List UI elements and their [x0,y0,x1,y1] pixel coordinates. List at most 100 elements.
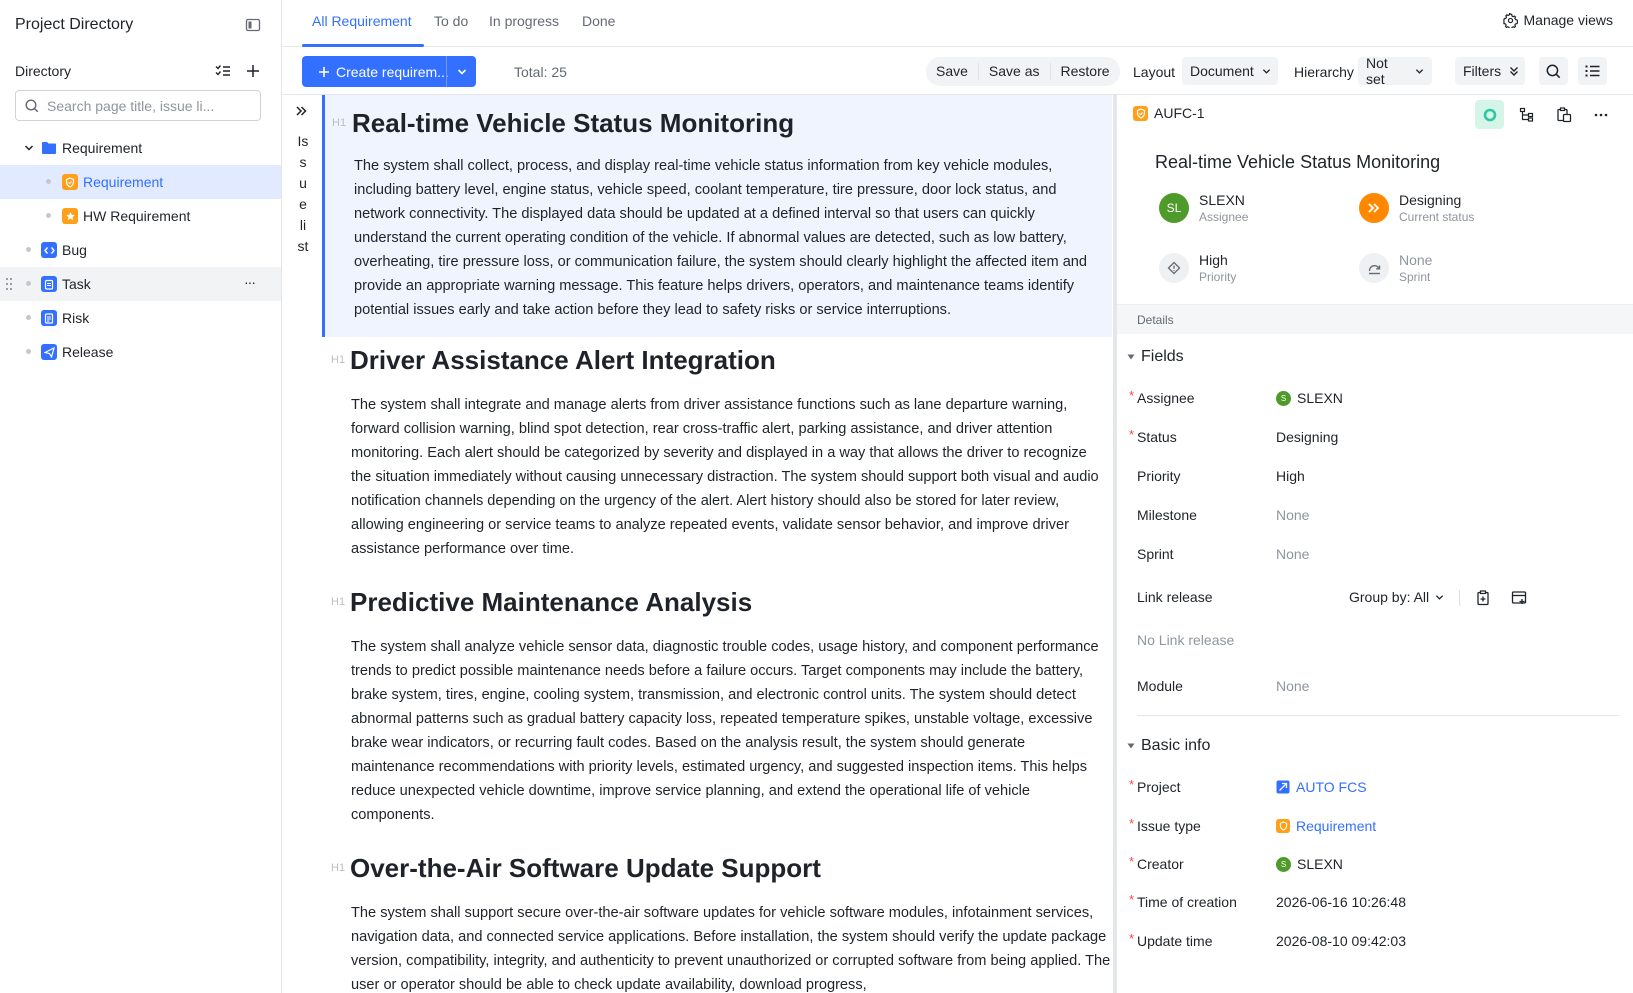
field-value[interactable]: AUTO FCS [1276,779,1367,795]
chevron-down-icon[interactable] [24,143,34,153]
tree-structure-icon [1519,107,1535,123]
filters-button[interactable]: Filters [1455,57,1525,85]
field-update-time: * Update time 2026-08-10 09:42:03 [1129,931,1609,953]
tab-all-requirement[interactable]: All Requirement [312,13,412,29]
main-area: All Requirement To do In progress Done M… [282,0,1633,993]
field-label: Issue type [1137,818,1201,834]
create-requirement-button[interactable]: Create requirem... [302,56,476,87]
field-assignee[interactable]: * Assignee S SLEXN [1129,388,1609,410]
add-icon[interactable] [245,63,261,79]
details-label[interactable]: Details [1137,313,1174,327]
summary-assignee[interactable]: SL SLEXN Assignee [1159,191,1248,225]
basic-info-section-header[interactable]: Basic info [1127,737,1210,755]
sort-list-icon[interactable] [215,63,231,79]
requirement-icon [1133,105,1148,121]
tree-item-task[interactable]: Task ··· [0,267,281,301]
link-release-empty: No Link release [1129,630,1609,652]
bullet-dot [26,349,31,354]
field-value: 2026-08-10 09:42:03 [1276,933,1406,949]
field-project[interactable]: * Project AUTO FCS [1129,777,1609,799]
tree-item-bug[interactable]: Bug [0,233,281,267]
save-as-button[interactable]: Save as [979,63,1051,80]
hierarchy-label: Hierarchy [1294,64,1354,80]
gear-icon [1502,12,1518,28]
h1-tag: H1 [331,596,346,608]
watch-button[interactable] [1475,100,1504,129]
field-label: Sprint [1137,546,1174,562]
add-release-icon[interactable] [1511,590,1527,606]
search-input[interactable] [47,97,247,114]
doc-section[interactable]: H1 Real-time Vehicle Status Monitoring T… [322,95,1112,337]
tab-done[interactable]: Done [582,13,615,29]
drag-handle-icon[interactable] [5,277,13,291]
hierarchy-button[interactable] [1512,100,1541,129]
summary-status[interactable]: Designing Current status [1359,191,1474,225]
tab-in-progress[interactable]: In progress [489,13,559,29]
search-button[interactable] [1539,57,1568,85]
fields-label: Fields [1141,348,1184,365]
tree-item-hw-requirement[interactable]: HW Requirement [0,199,281,233]
field-value[interactable]: None [1276,678,1309,694]
assignee-name: SLEXN [1297,390,1343,406]
more-icon [1594,113,1608,117]
manage-views-button[interactable]: Manage views [1502,12,1613,28]
doc-section[interactable]: H1 Predictive Maintenance Analysis The s… [322,579,1112,845]
field-link-release: Link release Group by: All [1129,587,1609,609]
issue-key[interactable]: AUFC-1 [1154,105,1205,121]
field-value[interactable]: High [1276,468,1305,484]
search-icon [25,98,39,113]
doc-section[interactable]: H1 Over-the-Air Software Update Support … [322,845,1112,993]
tab-to-do[interactable]: To do [434,13,468,29]
field-label: Module [1137,678,1183,694]
fields-section-header[interactable]: Fields [1127,348,1184,366]
hierarchy-select[interactable]: Not set [1358,55,1432,87]
link-clipboard-icon[interactable] [1475,590,1491,606]
clipboard-copy-icon [1556,106,1572,123]
group-by-select[interactable]: Group by: All [1349,589,1444,605]
save-button[interactable]: Save [926,63,979,80]
tree-item-requirement-folder[interactable]: Requirement [0,131,281,165]
field-label: Creator [1137,856,1184,872]
field-priority[interactable]: Priority High [1129,466,1609,488]
doc-section[interactable]: H1 Driver Assistance Alert Integration T… [322,337,1112,579]
requirement-icon [62,174,78,190]
more-actions-button[interactable] [1586,100,1615,129]
h1-tag: H1 [331,862,346,874]
filters-label: Filters [1463,63,1502,79]
field-issue-type[interactable]: * Issue type Requirement [1129,816,1609,838]
group-by-label: Group by: All [1349,589,1430,605]
restore-button[interactable]: Restore [1051,63,1120,80]
expand-rail-icon[interactable] [295,105,307,117]
create-dropdown-button[interactable] [446,56,476,87]
field-value[interactable]: S SLEXN [1276,390,1343,406]
copy-button[interactable] [1549,100,1578,129]
tree-item-label: Release [62,344,114,360]
field-creator[interactable]: * Creator S SLEXN [1129,854,1609,876]
search-icon [1546,64,1561,79]
tree-item-risk[interactable]: Risk [0,301,281,335]
field-sprint[interactable]: Sprint None [1129,544,1609,566]
field-status[interactable]: * Status Designing [1129,427,1609,449]
section-title: Driver Assistance Alert Integration [350,345,776,375]
field-value[interactable]: None [1276,507,1309,523]
field-value[interactable]: Requirement [1276,818,1376,834]
summary-priority[interactable]: High Priority [1159,251,1236,285]
star-icon [62,208,78,224]
layout-select[interactable]: Document [1182,57,1278,85]
field-milestone[interactable]: Milestone None [1129,505,1609,527]
field-value[interactable]: S SLEXN [1276,856,1343,872]
field-module[interactable]: Module None [1129,676,1609,698]
field-value[interactable]: Designing [1276,429,1338,445]
field-label: Status [1137,429,1177,445]
bullet-dot [26,281,31,286]
tree-item-requirement[interactable]: Requirement [0,165,281,199]
tree-item-release[interactable]: Release [0,335,281,369]
more-icon[interactable]: ··· [244,274,256,290]
field-value[interactable]: None [1276,546,1309,562]
list-settings-button[interactable] [1578,57,1607,85]
collapse-sidebar-icon[interactable] [245,17,261,33]
issue-list-label[interactable]: Is s u e li st [296,131,310,257]
directory-search[interactable] [15,90,261,121]
summary-sprint[interactable]: None Sprint [1359,251,1432,285]
issue-title[interactable]: Real-time Vehicle Status Monitoring [1155,152,1440,173]
